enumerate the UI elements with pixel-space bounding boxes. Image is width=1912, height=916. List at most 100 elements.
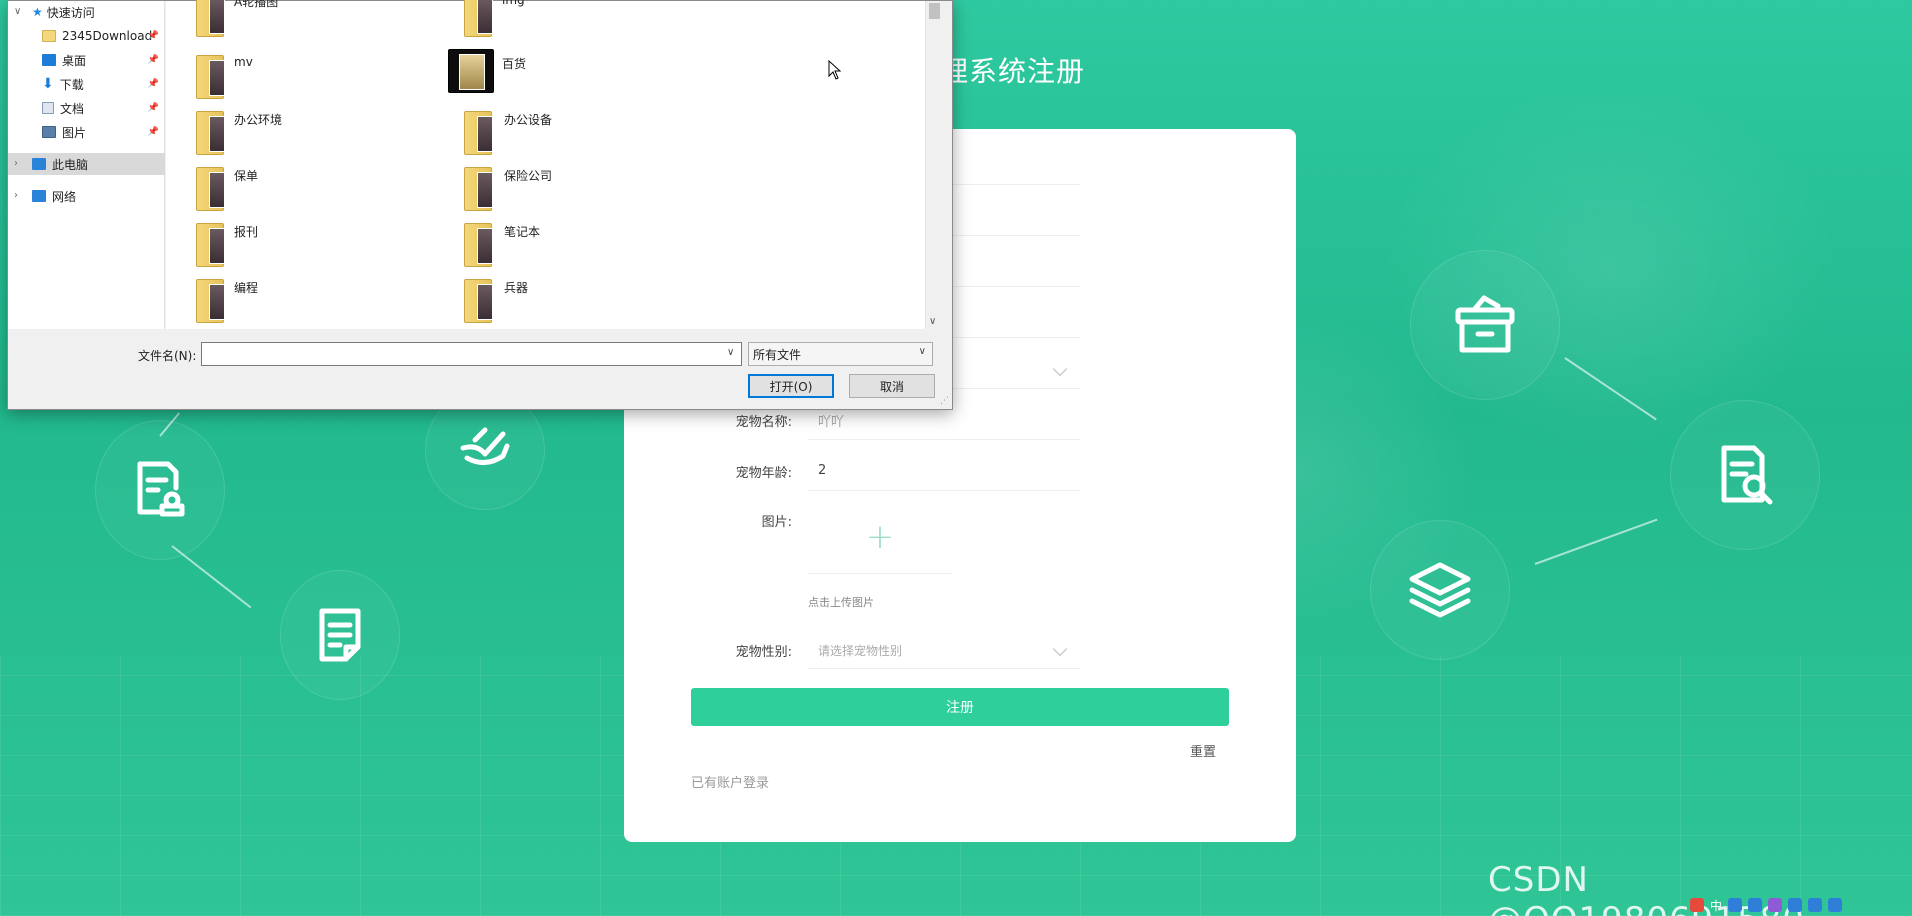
folder-icon <box>464 167 493 211</box>
filetype-select[interactable]: 所有文件 ∨ <box>748 342 933 366</box>
nav-documents[interactable]: 文档 📌 <box>8 97 165 119</box>
folder-item[interactable]: 百货 <box>448 49 688 101</box>
field-underline <box>808 490 1080 491</box>
nav-network[interactable]: › 网络 <box>8 185 165 207</box>
field-underline <box>808 439 1080 440</box>
page-title: 理系统注册 <box>940 55 1086 88</box>
folder-item[interactable]: mv <box>186 55 426 107</box>
folder-item[interactable]: 兵器 <box>454 279 694 331</box>
nav-downloads[interactable]: ⬇ 下载 📌 <box>8 73 165 95</box>
login-link[interactable]: 已有账户登录 <box>691 772 769 791</box>
star-icon: ★ <box>32 5 43 19</box>
pin-icon[interactable]: 📌 <box>148 103 159 113</box>
nav-pictures[interactable]: 图片 📌 <box>8 121 165 143</box>
nav-item-label: 图片 <box>62 125 87 140</box>
resize-grip-icon[interactable]: ⋰ <box>940 396 949 406</box>
document-icon <box>42 102 54 114</box>
filename-input[interactable] <box>201 342 742 366</box>
nav-item-label: 下载 <box>59 77 84 92</box>
folder-item[interactable]: img <box>454 0 694 45</box>
microphone-icon[interactable] <box>1728 898 1743 912</box>
vertical-scrollbar[interactable]: ∨ <box>925 1 942 329</box>
folder-item[interactable]: 报刊 <box>186 223 426 275</box>
desktop-icon <box>42 54 56 66</box>
register-button[interactable]: 注册 <box>691 688 1229 726</box>
chevron-down-icon[interactable]: ∨ <box>929 316 936 327</box>
folder-icon <box>464 0 493 37</box>
home-icon[interactable] <box>1828 898 1843 912</box>
field-underline <box>808 668 1080 669</box>
cancel-button[interactable]: 取消 <box>849 374 935 398</box>
reset-link[interactable]: 重置 <box>1190 741 1216 760</box>
pet-name-input[interactable]: 吖吖 <box>818 411 844 430</box>
filename-label: 文件名(N): <box>138 349 197 363</box>
layers-icon <box>1370 520 1510 660</box>
skin-icon[interactable] <box>1768 898 1783 912</box>
nav-item-label: 此电脑 <box>52 157 89 172</box>
file-list: A轮播图 img mv 百货 办公环境 办公设备 保单 保险公司 报刊 笔记本 … <box>166 0 942 331</box>
chevron-down-icon[interactable]: ∨ <box>14 6 21 17</box>
keyboard-icon[interactable] <box>1748 898 1763 912</box>
pet-gender-label: 宠物性别: <box>735 645 792 660</box>
chevron-right-icon[interactable]: › <box>14 158 18 169</box>
folder-icon <box>196 55 225 99</box>
system-tray: 中 <box>1690 894 1912 916</box>
scrollbar-thumb[interactable] <box>929 3 940 19</box>
folder-item[interactable]: 编程 <box>186 279 426 331</box>
upload-hint: 点击上传图片 <box>808 596 874 609</box>
toolbox-icon[interactable] <box>1788 898 1803 912</box>
pet-gender-select[interactable]: 请选择宠物性别 <box>818 642 902 659</box>
folder-item[interactable]: 笔记本 <box>454 223 694 275</box>
folder-item[interactable]: 办公设备 <box>454 111 694 163</box>
network-icon <box>32 190 46 202</box>
pin-icon[interactable]: 📌 <box>148 55 159 65</box>
filetype-value: 所有文件 <box>753 348 802 362</box>
folder-icon <box>196 279 225 323</box>
computer-icon <box>32 158 46 170</box>
open-button[interactable]: 打开(O) <box>748 374 834 398</box>
folder-name: 编程 <box>234 281 259 295</box>
folder-item[interactable]: 保单 <box>186 167 426 219</box>
nav-item-label: 网络 <box>52 189 77 204</box>
nav-quick-access[interactable]: ∨ ★ 快速访问 <box>8 1 165 23</box>
folder-name: 办公环境 <box>234 113 283 127</box>
folder-icon <box>196 111 225 155</box>
image-label: 图片: <box>761 515 792 530</box>
nav-item-label: 快速访问 <box>46 5 95 20</box>
folder-name: A轮播图 <box>234 0 279 9</box>
grid-icon[interactable] <box>1808 898 1823 912</box>
pet-name-label: 宠物名称: <box>735 415 792 430</box>
pin-icon[interactable]: 📌 <box>148 79 159 89</box>
certificate-icon <box>95 420 225 560</box>
chevron-down-icon: ∨ <box>918 346 926 357</box>
folder-icon <box>464 111 493 155</box>
nav-item-label: 2345Download <box>62 29 153 43</box>
archive-box-icon <box>1410 250 1560 400</box>
folder-icon <box>464 223 493 267</box>
nav-item-label: 桌面 <box>62 53 87 68</box>
folder-item[interactable]: 办公环境 <box>186 111 426 163</box>
pin-icon[interactable]: 📌 <box>148 127 159 137</box>
chevron-right-icon[interactable]: › <box>14 190 18 201</box>
folder-name: img <box>502 0 525 7</box>
sogou-ime-icon[interactable] <box>1690 898 1704 912</box>
folder-item[interactable]: A轮播图 <box>186 0 426 45</box>
folder-icon <box>464 279 493 323</box>
ime-language-label[interactable]: 中 <box>1710 897 1722 914</box>
download-icon: ⬇ <box>42 76 54 92</box>
folder-item[interactable]: 保险公司 <box>454 167 694 219</box>
document-search-icon <box>1670 400 1820 550</box>
nav-item-label: 文档 <box>60 101 85 116</box>
nav-2345download[interactable]: 2345Download 📌 <box>8 25 165 47</box>
pin-icon[interactable]: 📌 <box>148 31 159 41</box>
folder-icon <box>448 49 494 93</box>
nav-this-pc[interactable]: › 此电脑 <box>8 153 165 175</box>
chevron-down-icon[interactable]: ∨ <box>727 347 734 358</box>
navigation-pane: ∨ ★ 快速访问 2345Download 📌 桌面 📌 ⬇ 下载 📌 文档 📌… <box>8 1 165 329</box>
folder-name: 保单 <box>234 169 259 183</box>
image-upload-button[interactable]: + <box>808 500 952 574</box>
connector-line <box>1534 518 1658 565</box>
file-open-dialog: ∨ ★ 快速访问 2345Download 📌 桌面 📌 ⬇ 下载 📌 文档 📌… <box>7 0 953 410</box>
pet-age-input[interactable]: 2 <box>818 463 826 478</box>
nav-desktop[interactable]: 桌面 📌 <box>8 49 165 71</box>
